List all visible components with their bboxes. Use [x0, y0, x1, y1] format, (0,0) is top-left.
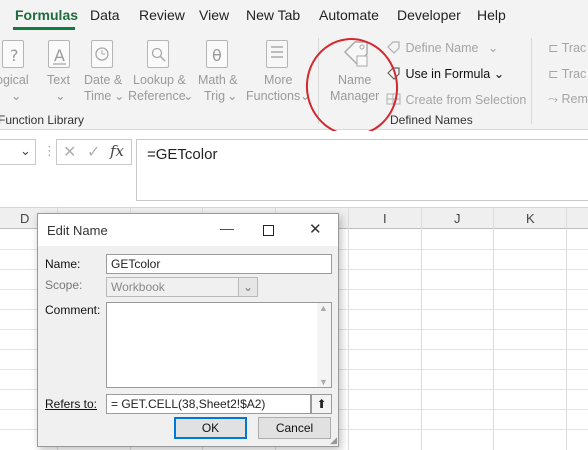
- remove-arrows-icon: ⤳: [548, 92, 559, 106]
- trace-dependents-label: Trac: [561, 67, 587, 81]
- trace-icon: ⊏: [548, 41, 559, 55]
- use-in-formula-label: Use in Formula: [405, 67, 491, 81]
- dialog-title-bar[interactable]: Edit Name — ✕: [38, 214, 338, 246]
- create-from-selection-label: Create from Selection: [405, 93, 527, 107]
- question-icon[interactable]: ?: [2, 40, 24, 68]
- define-name-label: Define Name: [405, 41, 479, 55]
- tab-formulas[interactable]: Formulas: [15, 7, 78, 23]
- clock-icon[interactable]: [91, 40, 113, 68]
- tab-automate[interactable]: Automate: [319, 7, 379, 23]
- ribbon: ? ogical ⌄ A Text ⌄ Date & Time ⌄ Lookup…: [0, 32, 588, 142]
- text-a-icon[interactable]: A: [48, 40, 70, 68]
- column-header-k[interactable]: K: [526, 211, 535, 226]
- create-from-selection-button[interactable]: Create from Selection: [386, 92, 526, 107]
- tab-help[interactable]: Help: [477, 7, 506, 23]
- comment-textarea[interactable]: ▲ ▼: [106, 302, 332, 388]
- tag-small-icon: [387, 41, 400, 54]
- chevron-down-icon: ⌄: [493, 67, 505, 81]
- dialog-title: Edit Name: [47, 223, 108, 238]
- refers-to-field[interactable]: = GET.CELL(38,Sheet2!$A2): [106, 394, 311, 414]
- name-box[interactable]: ⌄: [0, 139, 36, 165]
- trace-precedents-button[interactable]: ⊏ Trac: [548, 40, 586, 55]
- ribbon-tab-bar: Formulas Data Review View New Tab Automa…: [0, 0, 588, 32]
- formula-buttons: ✕ ✓ fx: [56, 139, 132, 165]
- insert-function-icon[interactable]: fx: [110, 142, 124, 160]
- chevron-down-icon: ⌄: [55, 89, 66, 103]
- tab-view[interactable]: View: [199, 7, 229, 23]
- scroll-down-icon[interactable]: ▼: [319, 377, 328, 387]
- vertical-dots-icon: ⋮: [43, 143, 56, 158]
- logical-button-label[interactable]: ogical: [0, 72, 29, 88]
- chevron-down-icon: ⌄: [183, 89, 194, 103]
- remove-arrows-button[interactable]: ⤳ Rem: [548, 92, 588, 107]
- svg-text:A: A: [54, 46, 65, 65]
- maximize-icon[interactable]: [263, 225, 274, 236]
- tab-developer[interactable]: Developer: [397, 7, 461, 23]
- close-icon[interactable]: ✕: [309, 220, 322, 238]
- tab-new-tab[interactable]: New Tab: [246, 7, 300, 23]
- scroll-up-icon[interactable]: ▲: [319, 303, 328, 313]
- trace-precedents-label: Trac: [561, 41, 587, 55]
- name-label: Name:: [45, 257, 81, 271]
- ok-button[interactable]: OK: [174, 417, 247, 439]
- refers-to-label: Refers to:: [45, 397, 98, 411]
- cancel-button[interactable]: Cancel: [258, 417, 331, 439]
- define-name-button[interactable]: Define Name ⌄: [386, 40, 498, 55]
- chevron-down-icon: ⌄: [114, 89, 125, 103]
- lookup-button-label-2[interactable]: Reference: [128, 88, 186, 104]
- more-functions-icon[interactable]: [266, 40, 288, 68]
- chevron-down-icon: ⌄: [487, 41, 499, 55]
- name-field[interactable]: GETcolor: [106, 254, 332, 274]
- active-tab-indicator: [13, 27, 75, 30]
- chevron-down-icon[interactable]: ⌄: [20, 143, 31, 159]
- edit-name-dialog: Edit Name — ✕ Name: GETcolor Scope: Work…: [37, 213, 339, 447]
- math-trig-button-label-2[interactable]: Trig: [204, 88, 225, 104]
- more-functions-label-1[interactable]: More: [264, 72, 292, 88]
- resize-grip-icon[interactable]: ◢: [330, 435, 337, 446]
- use-in-formula-button[interactable]: Use in Formula ⌄: [386, 66, 504, 81]
- chevron-down-icon: ⌄: [11, 89, 22, 103]
- trace-dependents-button[interactable]: ⊏ Trac: [548, 66, 586, 81]
- function-library-group-label: Function Library: [0, 113, 85, 127]
- minimize-icon: —: [220, 220, 234, 236]
- date-time-button-label-1[interactable]: Date &: [84, 72, 122, 88]
- comment-scrollbar[interactable]: ▲ ▼: [317, 303, 331, 387]
- column-header-d[interactable]: D: [20, 211, 29, 226]
- formula-input[interactable]: =GETcolor: [136, 139, 588, 201]
- lookup-button-label-1[interactable]: Lookup &: [133, 72, 186, 88]
- chevron-down-icon: ⌄: [227, 89, 238, 103]
- remove-arrows-label: Rem: [561, 92, 588, 106]
- date-time-button-label-2[interactable]: Time: [84, 88, 111, 104]
- chevron-down-icon[interactable]: ⌄: [238, 277, 258, 297]
- theta-icon[interactable]: θ: [206, 40, 228, 68]
- defined-names-group-label: Defined Names: [390, 113, 473, 127]
- tab-review[interactable]: Review: [139, 7, 185, 23]
- formula-text: =GETcolor: [147, 146, 218, 163]
- comment-label: Comment:: [45, 303, 101, 317]
- scope-select[interactable]: Workbook: [106, 277, 258, 297]
- column-header-j[interactable]: J: [454, 211, 461, 226]
- trace-icon: ⊏: [548, 67, 559, 81]
- collapse-dialog-icon[interactable]: ⬆: [311, 394, 332, 414]
- more-functions-label-2[interactable]: Functions: [246, 88, 300, 104]
- svg-text:?: ?: [10, 46, 19, 65]
- math-trig-button-label-1[interactable]: Math &: [198, 72, 238, 88]
- column-header-i[interactable]: I: [383, 211, 387, 226]
- magnifier-icon[interactable]: [147, 40, 169, 68]
- tab-data[interactable]: Data: [90, 7, 120, 23]
- checkmark-icon[interactable]: ✓: [87, 142, 100, 162]
- formula-bar: ⌄ ⋮ ✕ ✓ fx =GETcolor: [0, 131, 588, 201]
- cancel-x-icon[interactable]: ✕: [63, 142, 76, 162]
- group-divider: [531, 38, 532, 124]
- text-button-label[interactable]: Text: [47, 72, 70, 88]
- svg-text:θ: θ: [212, 46, 222, 65]
- scope-label: Scope:: [45, 278, 83, 292]
